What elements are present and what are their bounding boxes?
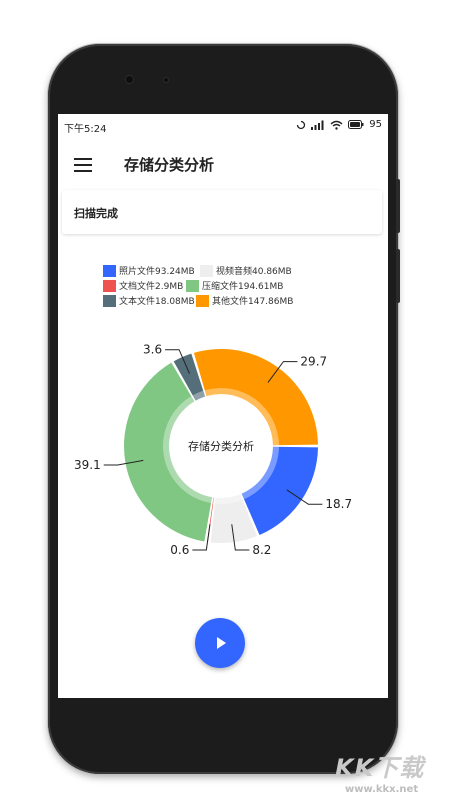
wifi-icon — [330, 120, 343, 130]
legend-swatch — [196, 294, 209, 307]
sync-icon — [297, 120, 306, 129]
watermark-logo: KK下载 www.kkx.net — [335, 740, 450, 800]
app-bar: 存储分类分析 — [58, 142, 388, 188]
legend-label: 文本文件18.08MB — [119, 297, 195, 307]
menu-icon[interactable] — [74, 158, 92, 172]
legend-item: 照片文件93.24MB — [103, 264, 195, 277]
legend-swatch — [186, 279, 199, 292]
legend-item: 视频音频40.86MB — [200, 264, 292, 277]
legend-label: 视频音频40.86MB — [216, 267, 292, 277]
chart-center-label: 存储分类分析 — [188, 439, 254, 453]
legend-item: 文档文件2.9MB — [103, 279, 183, 292]
play-button[interactable] — [195, 618, 245, 668]
pie-value-label: 39.1 — [74, 458, 101, 472]
pie-slice-inner-ring — [212, 497, 214, 504]
scan-status-card: 扫描完成 — [62, 190, 382, 234]
page-title: 存储分类分析 — [124, 156, 215, 174]
pie-value-label: 0.6 — [170, 543, 189, 557]
scan-status-text: 扫描完成 — [74, 207, 118, 220]
legend-item: 压缩文件194.61MB — [186, 279, 283, 292]
sensor-icon — [164, 78, 168, 82]
signal-icon — [311, 120, 324, 130]
front-camera-icon — [126, 76, 133, 83]
legend-swatch — [103, 264, 116, 277]
status-bar: 下午5:24 95 — [58, 114, 388, 138]
battery-icon — [348, 120, 364, 129]
volume-button — [396, 179, 400, 233]
app-screen: 下午5:24 95 存储分类分析 扫描完成 照片文件93.24MB 视频音频40… — [58, 114, 388, 698]
legend-label: 照片文件93.24MB — [119, 267, 195, 277]
pie-value-label: 3.6 — [143, 343, 162, 357]
play-icon — [217, 637, 226, 649]
pie-slice[interactable] — [193, 349, 318, 446]
legend-swatch — [103, 294, 116, 307]
status-time: 下午5:24 — [64, 124, 107, 135]
watermark-logo-text: KK下载 — [335, 754, 425, 782]
legend-swatch — [200, 264, 213, 277]
legend-label: 文档文件2.9MB — [119, 282, 184, 292]
legend-label: 压缩文件194.61MB — [202, 282, 284, 292]
power-button — [396, 249, 400, 303]
legend-label: 其他文件147.86MB — [212, 297, 294, 307]
pie-value-label: 8.2 — [252, 543, 271, 557]
watermark-url: www.kkx.net — [345, 784, 419, 795]
legend-item: 文本文件18.08MB — [103, 294, 195, 307]
legend-item: 其他文件147.86MB — [196, 294, 293, 307]
battery-level: 95 — [369, 119, 382, 130]
legend-swatch — [103, 279, 116, 292]
pie-value-label: 29.7 — [300, 355, 327, 369]
storage-donut-chart: 18.7 8.2 0.6 39.1 3.6 29.7 存储分类分析 — [74, 343, 352, 557]
pie-value-label: 18.7 — [325, 497, 352, 511]
